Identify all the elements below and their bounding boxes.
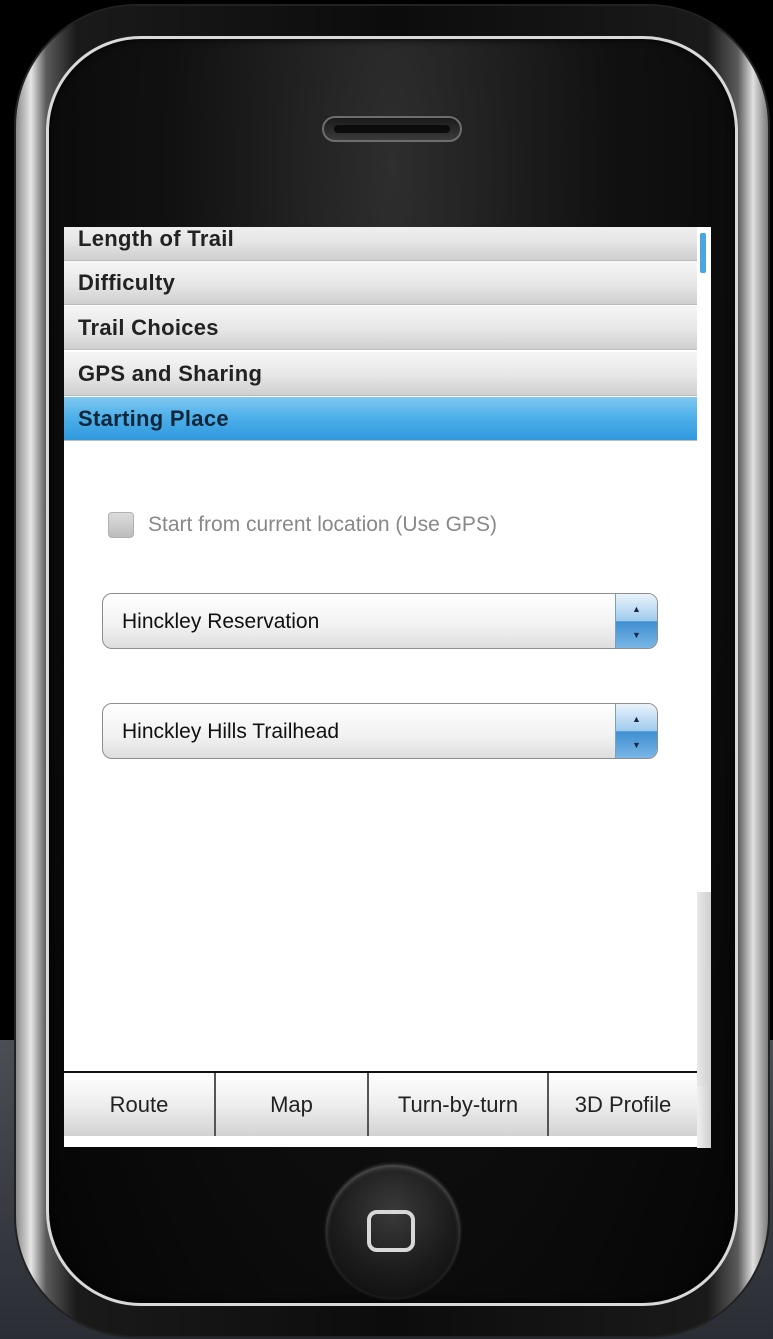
scrollbar-track-edge bbox=[697, 892, 711, 1092]
gps-checkbox-label: Start from current location (Use GPS) bbox=[148, 513, 497, 536]
accordion-header-gps-and-sharing[interactable]: GPS and Sharing bbox=[64, 352, 697, 396]
trailhead-select-value: Hinckley Hills Trailhead bbox=[122, 720, 340, 743]
reservation-select-value: Hinckley Reservation bbox=[122, 610, 320, 633]
accordion-header-label: Trail Choices bbox=[78, 315, 219, 340]
earpiece-speaker bbox=[322, 116, 462, 142]
tab-label: 3D Profile bbox=[574, 1091, 672, 1117]
spinner-down-icon: ▼ bbox=[632, 630, 641, 640]
accordion-header-starting-place[interactable]: Starting Place bbox=[64, 397, 697, 441]
home-button[interactable] bbox=[326, 1165, 460, 1299]
accordion-header-label: GPS and Sharing bbox=[78, 361, 263, 386]
tab-turn-by-turn[interactable]: Turn-by-turn bbox=[369, 1073, 549, 1136]
tab-bar-edge bbox=[697, 1086, 711, 1148]
scrollbar-thumb[interactable] bbox=[700, 233, 706, 273]
tab-3d-profile[interactable]: 3D Profile bbox=[549, 1073, 697, 1136]
gps-checkbox[interactable] bbox=[108, 512, 134, 538]
gps-option[interactable]: Start from current location (Use GPS) bbox=[108, 510, 497, 540]
reservation-select-spinner[interactable]: ▲ ▼ bbox=[615, 594, 657, 648]
accordion-header-length-of-trail[interactable]: Length of Trail bbox=[64, 227, 697, 261]
accordion-header-difficulty[interactable]: Difficulty bbox=[64, 261, 697, 305]
tab-label: Route bbox=[109, 1091, 169, 1117]
accordion-header-label: Difficulty bbox=[78, 270, 176, 295]
accordion-header-label: Starting Place bbox=[78, 406, 229, 431]
tab-route[interactable]: Route bbox=[64, 1073, 216, 1136]
trailhead-select[interactable]: Hinckley Hills Trailhead ▲ ▼ bbox=[102, 703, 658, 759]
tab-label: Map bbox=[270, 1091, 313, 1117]
spinner-down-icon: ▼ bbox=[632, 740, 641, 750]
trailhead-select-spinner[interactable]: ▲ ▼ bbox=[615, 704, 657, 758]
bottom-tab-bar: Route Map Turn-by-turn 3D Profile bbox=[64, 1071, 697, 1136]
accordion-header-trail-choices[interactable]: Trail Choices bbox=[64, 306, 697, 350]
app-screen: Length of Trail Difficulty Trail Choices… bbox=[64, 227, 711, 1147]
accordion-header-label: Length of Trail bbox=[78, 227, 235, 251]
tab-label: Turn-by-turn bbox=[397, 1091, 519, 1117]
reservation-select[interactable]: Hinckley Reservation ▲ ▼ bbox=[102, 593, 658, 649]
spinner-up-icon: ▲ bbox=[632, 714, 641, 724]
spinner-up-icon: ▲ bbox=[632, 604, 641, 614]
tab-map[interactable]: Map bbox=[216, 1073, 369, 1136]
home-square-icon bbox=[367, 1210, 415, 1252]
